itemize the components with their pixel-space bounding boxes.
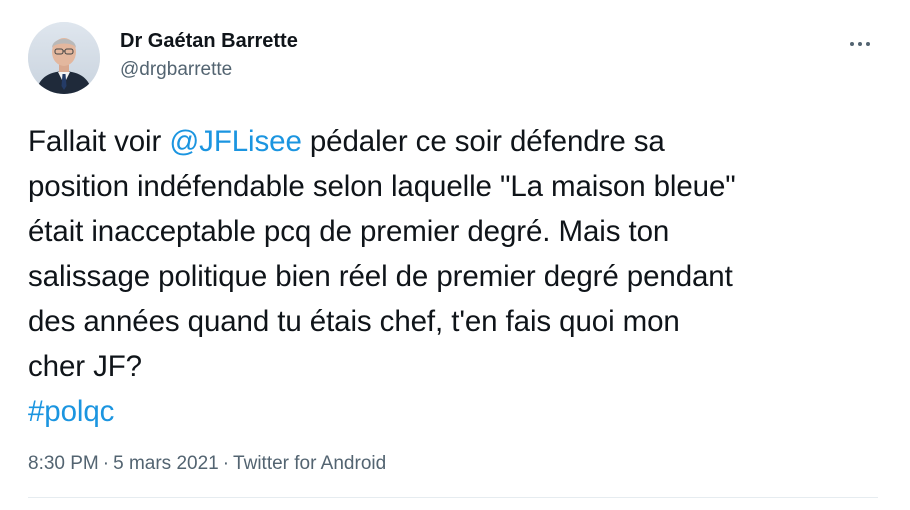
tweet-card: Dr Gaétan Barrette @drgbarrette Fallait … [0,0,910,510]
tweet-meta: 8:30 PM · 5 mars 2021 · Twitter for Android [28,453,386,475]
tweet-time[interactable]: 8:30 PM [28,453,99,474]
author-display-name[interactable]: Dr Gaétan Barrette [120,30,298,53]
hashtag-link[interactable]: #polqc [28,395,114,428]
more-options-button[interactable] [840,33,880,55]
avatar[interactable] [28,22,100,94]
tweet-text-segment: cher JF? [28,350,142,383]
tweet-text-line: était inacceptable pcq de premier degré.… [28,209,888,254]
tweet-text-segment: salissage politique bien réel de premier… [28,260,733,293]
tweet-text-line: salissage politique bien réel de premier… [28,254,888,299]
tweet-text-line: des années quand tu étais chef, t'en fai… [28,299,888,344]
more-horizontal-icon [848,42,872,46]
meta-separator: · [102,453,110,474]
tweet-text-line: cher JF? [28,344,888,389]
divider [28,497,878,498]
tweet-text-segment: était inacceptable pcq de premier degré.… [28,215,670,248]
tweet-source[interactable]: Twitter for Android [233,453,386,474]
tweet-text-segment: position indéfendable selon laquelle "La… [28,170,736,203]
author-handle[interactable]: @drgbarrette [120,59,232,81]
meta-separator: · [222,453,230,474]
tweet-text-segment: pédaler ce soir défendre sa [301,125,665,158]
tweet-text: Fallait voir @JFLisee pédaler ce soir dé… [28,119,888,434]
tweet-text-line: Fallait voir @JFLisee pédaler ce soir dé… [28,119,888,164]
tweet-text-segment: des années quand tu étais chef, t'en fai… [28,305,680,338]
tweet-text-segment: Fallait voir [28,125,170,158]
avatar-image [28,22,100,94]
tweet-text-line: #polqc [28,389,888,434]
mention-link[interactable]: @JFLisee [169,125,302,158]
tweet-date[interactable]: 5 mars 2021 [113,453,219,474]
tweet-text-line: position indéfendable selon laquelle "La… [28,164,888,209]
